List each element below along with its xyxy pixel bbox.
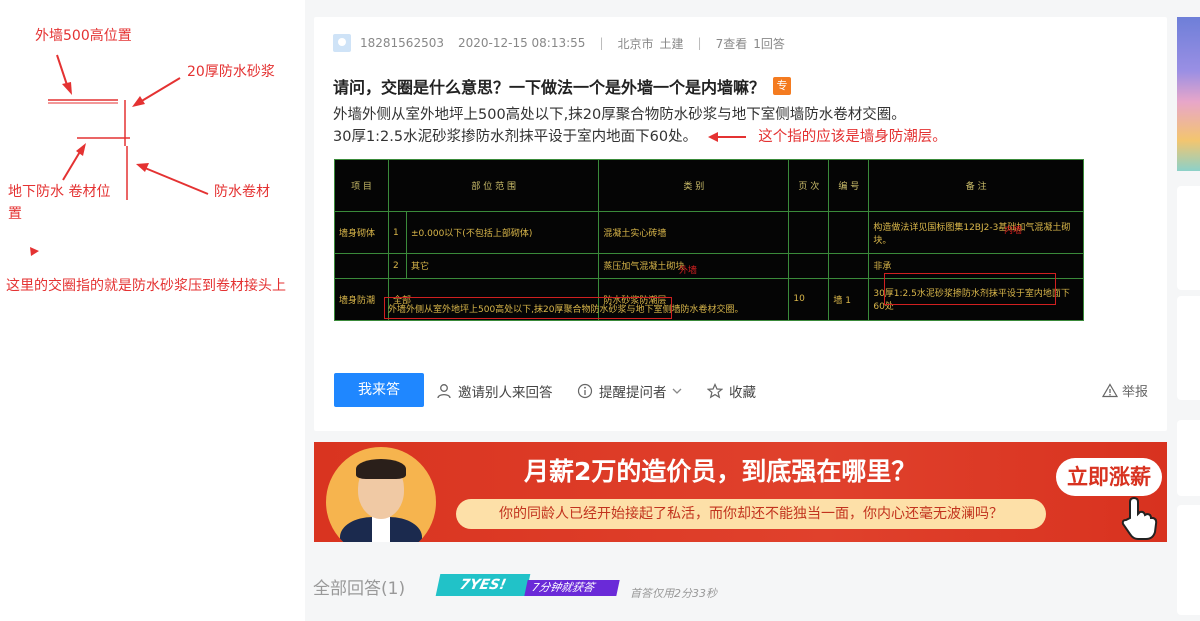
avatar[interactable] — [333, 34, 351, 52]
ad-headline: 月薪2万的造价员，到底强在哪里？ — [524, 457, 917, 486]
drawing-header: 备 注 — [868, 159, 1084, 212]
drawing-cell: 墙 1 — [828, 277, 870, 321]
inline-note: 这个指的应该是墙身防潮层。 — [758, 129, 947, 145]
drawing-cell — [334, 253, 389, 279]
location: 北京市 — [617, 36, 654, 51]
question-card: 18281562503 2020-12-15 08:13:55 | 北京市 土建… — [314, 17, 1167, 431]
sidebar-card[interactable] — [1177, 420, 1200, 496]
warning-icon — [1101, 383, 1118, 398]
drawing-cell — [828, 210, 870, 255]
drawing-note-outer: 外墙 — [679, 266, 698, 276]
first-answer-time: 首答仅用2分33秒 — [630, 587, 717, 600]
breadcrumb-fragment — [305, 0, 1175, 16]
sidebar-card[interactable] — [1177, 505, 1200, 615]
specialist-badge: 专 — [773, 77, 792, 95]
collect-button[interactable]: 收藏 — [707, 381, 756, 401]
remind-label: 提醒提问者 — [599, 385, 667, 401]
category: 土建 — [659, 36, 684, 51]
drawing-header: 部 位 范 围 — [387, 159, 600, 212]
drawing-row: 墙身砌体 1 ±0.000以下(不包括上部砌体) 混凝土实心砖墙 构造做法详见国… — [334, 210, 1084, 255]
ad-person-photo — [326, 447, 436, 542]
sketch-arrows — [30, 54, 209, 256]
question-meta: 18281562503 2020-12-15 08:13:55 | 北京市 土建… — [333, 34, 785, 52]
description-line-2: 30厚1:2.5水泥砂浆掺防水剂抹平设于室内地面下60处。 这个指的应该是墙身防… — [333, 126, 947, 148]
drawing-highlight-inner — [884, 273, 1056, 305]
pointer-hand-icon — [1121, 496, 1158, 540]
drawing-note-inner: 内墙 — [1004, 226, 1023, 236]
drawing-header-row: 项 目 部 位 范 围 类 别 页 次 编 号 备 注 — [334, 159, 1084, 212]
user-icon — [437, 384, 451, 399]
username[interactable]: 18281562503 — [360, 36, 444, 50]
drawing-cell — [788, 253, 830, 279]
drawing-cell: 2 — [388, 253, 407, 279]
drawing-cell: 1 — [388, 210, 407, 255]
fast-answer-badge: 7YES! 7分钟就获答 — [435, 572, 620, 600]
answers-title: 全部回答(1) — [313, 579, 406, 599]
sidebar-ad-image[interactable] — [1177, 17, 1200, 171]
drawing-header: 编 号 — [828, 159, 870, 212]
answer-button[interactable]: 我来答 — [334, 373, 424, 407]
drawing-header: 页 次 — [788, 159, 830, 212]
ad-banner[interactable]: 月薪2万的造价员，到底强在哪里？ 你的同龄人已经开始接起了私活，而你却还不能独当… — [314, 442, 1167, 542]
view-count: 7查看 — [715, 36, 748, 51]
drawing-cell — [788, 210, 830, 255]
description-line-2-text: 30厚1:2.5水泥砂浆掺防水剂抹平设于室内地面下60处。 — [333, 129, 698, 145]
report-button[interactable]: 举报 — [1101, 381, 1148, 400]
drawing-cell: 混凝土实心砖墙 — [598, 210, 790, 255]
meta-divider: | — [599, 36, 604, 50]
annotation-sketch: 外墙500高位置 20厚防水砂浆 地下防水 卷材位置 防水卷材 这里的交圈指的就… — [0, 0, 305, 621]
drawing-cell: 构造做法详见国标图集12BJ2-3基础加气混凝土砌块。 — [868, 210, 1084, 255]
answer-count: 1回答 — [753, 36, 785, 51]
yes-badge-side: 7分钟就获答 — [524, 580, 620, 596]
remind-asker-dropdown[interactable]: 提醒提问者 — [577, 381, 689, 401]
chevron-down-icon — [672, 388, 681, 394]
sidebar-card[interactable] — [1177, 186, 1200, 290]
drawing-cell: 墙身砌体 — [334, 210, 389, 255]
report-label: 举报 — [1121, 385, 1148, 400]
drawing-cell: 其它 — [405, 253, 600, 279]
invite-answer-button[interactable]: 邀请别人来回答 — [436, 381, 553, 401]
question-title-text: 请问，交圈是什么意思？一下做法一个是外墙一个是内墙嘛？ — [333, 78, 766, 97]
left-arrow-icon — [707, 132, 746, 142]
yes-badge-main: 7YES! — [435, 574, 531, 596]
drawing-header: 类 别 — [598, 159, 790, 212]
ad-shirt — [372, 517, 390, 542]
collect-label: 收藏 — [729, 385, 756, 401]
post-datetime: 2020-12-15 08:13:55 — [457, 36, 586, 50]
sidebar-card[interactable] — [1177, 296, 1200, 400]
meta-divider: | — [697, 36, 702, 50]
description-line-1: 外墙外侧从室外地坪上500高处以下,抹20厚聚合物防水砂浆与地下室侧墙防水卷材交… — [333, 107, 906, 123]
drawing-cell: 10 — [788, 277, 830, 321]
drawing-cell: 墙身防潮 — [334, 277, 389, 321]
drawing-header: 项 目 — [334, 159, 389, 212]
drawing-cell: ±0.000以下(不包括上部砌体) — [405, 210, 600, 255]
ad-hair — [356, 459, 406, 479]
question-description: 外墙外侧从室外地坪上500高处以下,抹20厚聚合物防水砂浆与地下室侧墙防水卷材交… — [333, 104, 947, 148]
info-icon — [577, 383, 593, 399]
invite-label: 邀请别人来回答 — [458, 385, 553, 401]
ad-subline: 你的同龄人已经开始接起了私活，而你却还不能独当一面，你内心还毫无波澜吗？ — [456, 499, 1046, 529]
drawing-bottom-text: 外墙外侧从室外地坪上500高处以下,抹20厚聚合物防水砂浆与地下室侧墙防水卷材交… — [388, 305, 744, 315]
question-drawing-image[interactable]: 项 目 部 位 范 围 类 别 页 次 编 号 备 注 墙身砌体 1 ±0.00… — [334, 159, 1084, 321]
question-title: 请问，交圈是什么意思？一下做法一个是外墙一个是内墙嘛？ 专 — [333, 74, 792, 98]
ad-cta-button[interactable]: 立即涨薪 — [1056, 458, 1162, 496]
star-icon — [707, 383, 723, 399]
drawing-cell — [828, 253, 870, 279]
